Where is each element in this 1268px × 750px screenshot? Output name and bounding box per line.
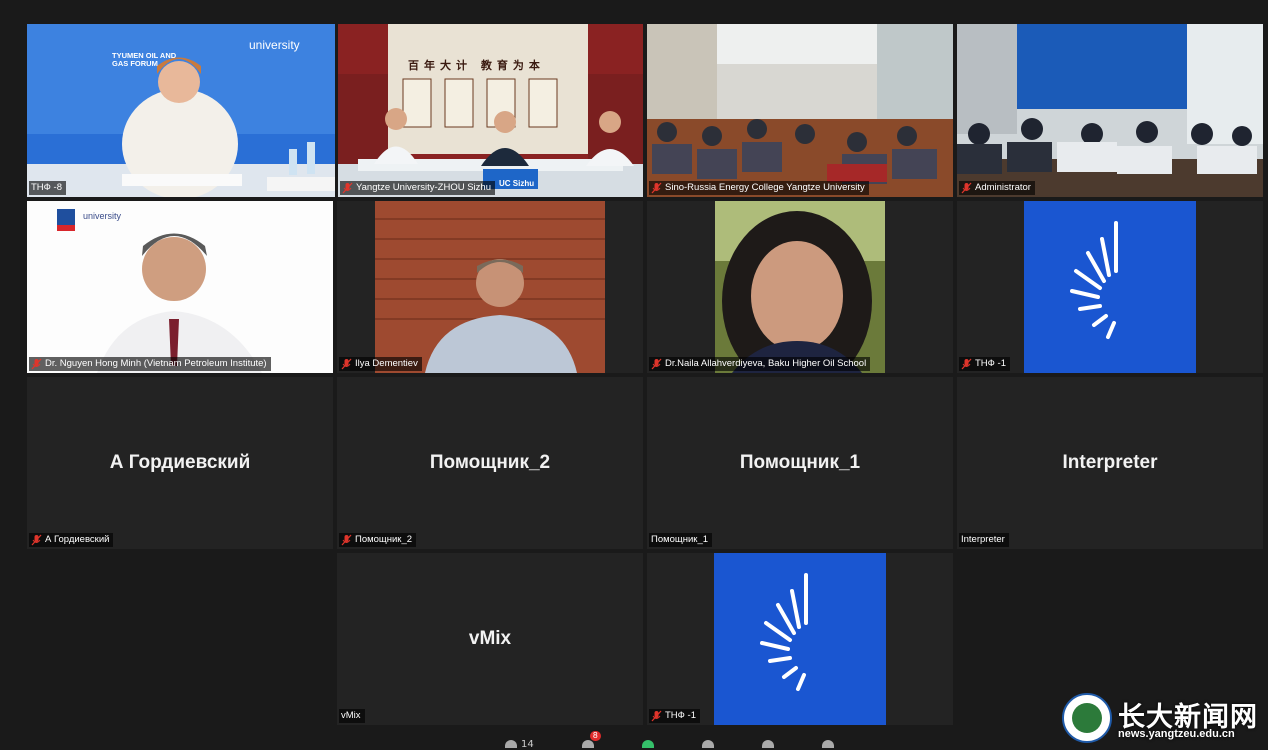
- auditorium-video: [647, 24, 953, 197]
- participant-label: Dr. Nguyen Hong Minh (Vietnam Petroleum …: [29, 357, 271, 371]
- closed-caption-button[interactable]: [761, 739, 774, 749]
- participant-name-placeholder: А Гордиевский: [109, 452, 251, 473]
- forum-logo-avatar: [714, 553, 886, 725]
- participant-label: Interpreter: [959, 533, 1009, 547]
- classroom-video: 百年大计 教育为本 UC Sizhu: [338, 24, 643, 197]
- participant-name-placeholder: Помощник_1: [739, 452, 861, 473]
- university-banner-text: university: [249, 38, 300, 52]
- participant-label: ТНФ -1: [649, 709, 700, 723]
- video-tile-ilya-dementiev[interactable]: Ilya Dementiev: [337, 201, 643, 373]
- video-tile-sino-russia-energy-college[interactable]: Sino-Russia Energy College Yangtze Unive…: [647, 24, 953, 197]
- participant-name-placeholder: vMix: [468, 628, 512, 649]
- forum-banner-text: TYUMEN OIL AND GAS FORUM: [112, 51, 177, 68]
- share-screen-button[interactable]: [641, 739, 654, 749]
- participants-icon: [505, 740, 517, 748]
- mic-off-icon: [651, 358, 662, 370]
- share-screen-icon: [641, 740, 654, 748]
- mic-off-icon: [651, 182, 662, 194]
- forum-logo-avatar: [1024, 201, 1196, 373]
- participant-video: [337, 201, 643, 373]
- classroom-sign-text: 百年大计 教育为本: [408, 59, 545, 72]
- participant-label: Administrator: [959, 181, 1035, 195]
- mic-off-icon: [341, 534, 352, 546]
- participant-label: Помощник_2: [339, 533, 417, 547]
- chat-icon: [581, 740, 594, 748]
- meeting-room-video: [957, 24, 1263, 197]
- chat-button[interactable]: 8: [581, 731, 601, 749]
- university-seal-logo: [1062, 693, 1112, 743]
- participant-label: Dr.Naila Allahverdiyeva, Baku Higher Oil…: [649, 357, 871, 371]
- participant-name-placeholder: Помощник_2: [429, 452, 551, 473]
- participant-label: Sino-Russia Energy College Yangtze Unive…: [649, 181, 869, 195]
- mic-off-icon: [31, 534, 42, 546]
- participant-video: university: [27, 201, 333, 373]
- participant-label: ТНФ -1: [959, 357, 1010, 371]
- mic-off-icon: [31, 358, 42, 370]
- name-placard: UC Sizhu: [499, 179, 535, 188]
- video-tile-interpreter[interactable]: Interpreter Interpreter: [957, 377, 1263, 549]
- mic-off-icon: [341, 358, 352, 370]
- participants-button[interactable]: 14: [505, 739, 534, 750]
- video-tile-tnf-1-b[interactable]: ТНФ -1: [647, 553, 953, 725]
- mic-off-icon: [651, 710, 662, 722]
- video-tile-tnf-1-a[interactable]: ТНФ -1: [957, 201, 1263, 373]
- watermark-url: news.yangtzeu.edu.cn: [1118, 728, 1235, 740]
- university-logo-text: university: [83, 211, 122, 221]
- participant-photo: [647, 201, 953, 373]
- news-watermark: 长大新闻网 news.yangtzeu.edu.cn: [1062, 693, 1262, 745]
- record-icon: [701, 740, 714, 748]
- sunburst-logo-icon: [760, 573, 808, 691]
- video-tile-pomoshchnik-2[interactable]: Помощник_2 Помощник_2: [337, 377, 643, 549]
- mic-off-icon: [961, 358, 972, 370]
- video-tile-pomoshchnik-1[interactable]: Помощник_1 Помощник_1: [647, 377, 953, 549]
- video-tile-a-gordievsky[interactable]: А Гордиевский А Гордиевский: [27, 377, 333, 549]
- video-tile-yangtze-zhou-sizhu[interactable]: 百年大计 教育为本 UC Sizhu Yangtze University-ZH…: [338, 24, 643, 197]
- participant-label: Yangtze University-ZHOU Sizhu: [340, 181, 495, 195]
- video-tile-vmix[interactable]: vMix vMix: [337, 553, 643, 725]
- video-tile-nguyen-hong-minh[interactable]: university Dr. Nguyen Hong Minh (Vietnam…: [27, 201, 333, 373]
- participant-label: Ilya Dementiev: [339, 357, 422, 371]
- mic-off-icon: [342, 182, 353, 194]
- mic-off-icon: [961, 182, 972, 194]
- reactions-button[interactable]: [821, 739, 834, 749]
- participant-label: ТНФ -8: [29, 181, 66, 195]
- sunburst-logo-icon: [1070, 221, 1118, 339]
- chat-badge: 8: [589, 731, 601, 741]
- record-button[interactable]: [701, 739, 714, 749]
- video-tile-naila-allahverdiyeva[interactable]: Dr.Naila Allahverdiyeva, Baku Higher Oil…: [647, 201, 953, 373]
- participant-label: А Гордиевский: [29, 533, 114, 547]
- video-tile-administrator[interactable]: Administrator: [957, 24, 1263, 197]
- participant-label: vMix: [339, 709, 365, 723]
- reactions-icon: [821, 740, 834, 748]
- participant-name-placeholder: Interpreter: [1062, 452, 1158, 473]
- cc-icon: [761, 740, 774, 748]
- speaker-video: TYUMEN OIL AND GAS FORUM university: [27, 24, 335, 197]
- video-tile-tnf-8[interactable]: TYUMEN OIL AND GAS FORUM university ТНФ …: [27, 24, 335, 197]
- participant-label: Помощник_1: [649, 533, 713, 547]
